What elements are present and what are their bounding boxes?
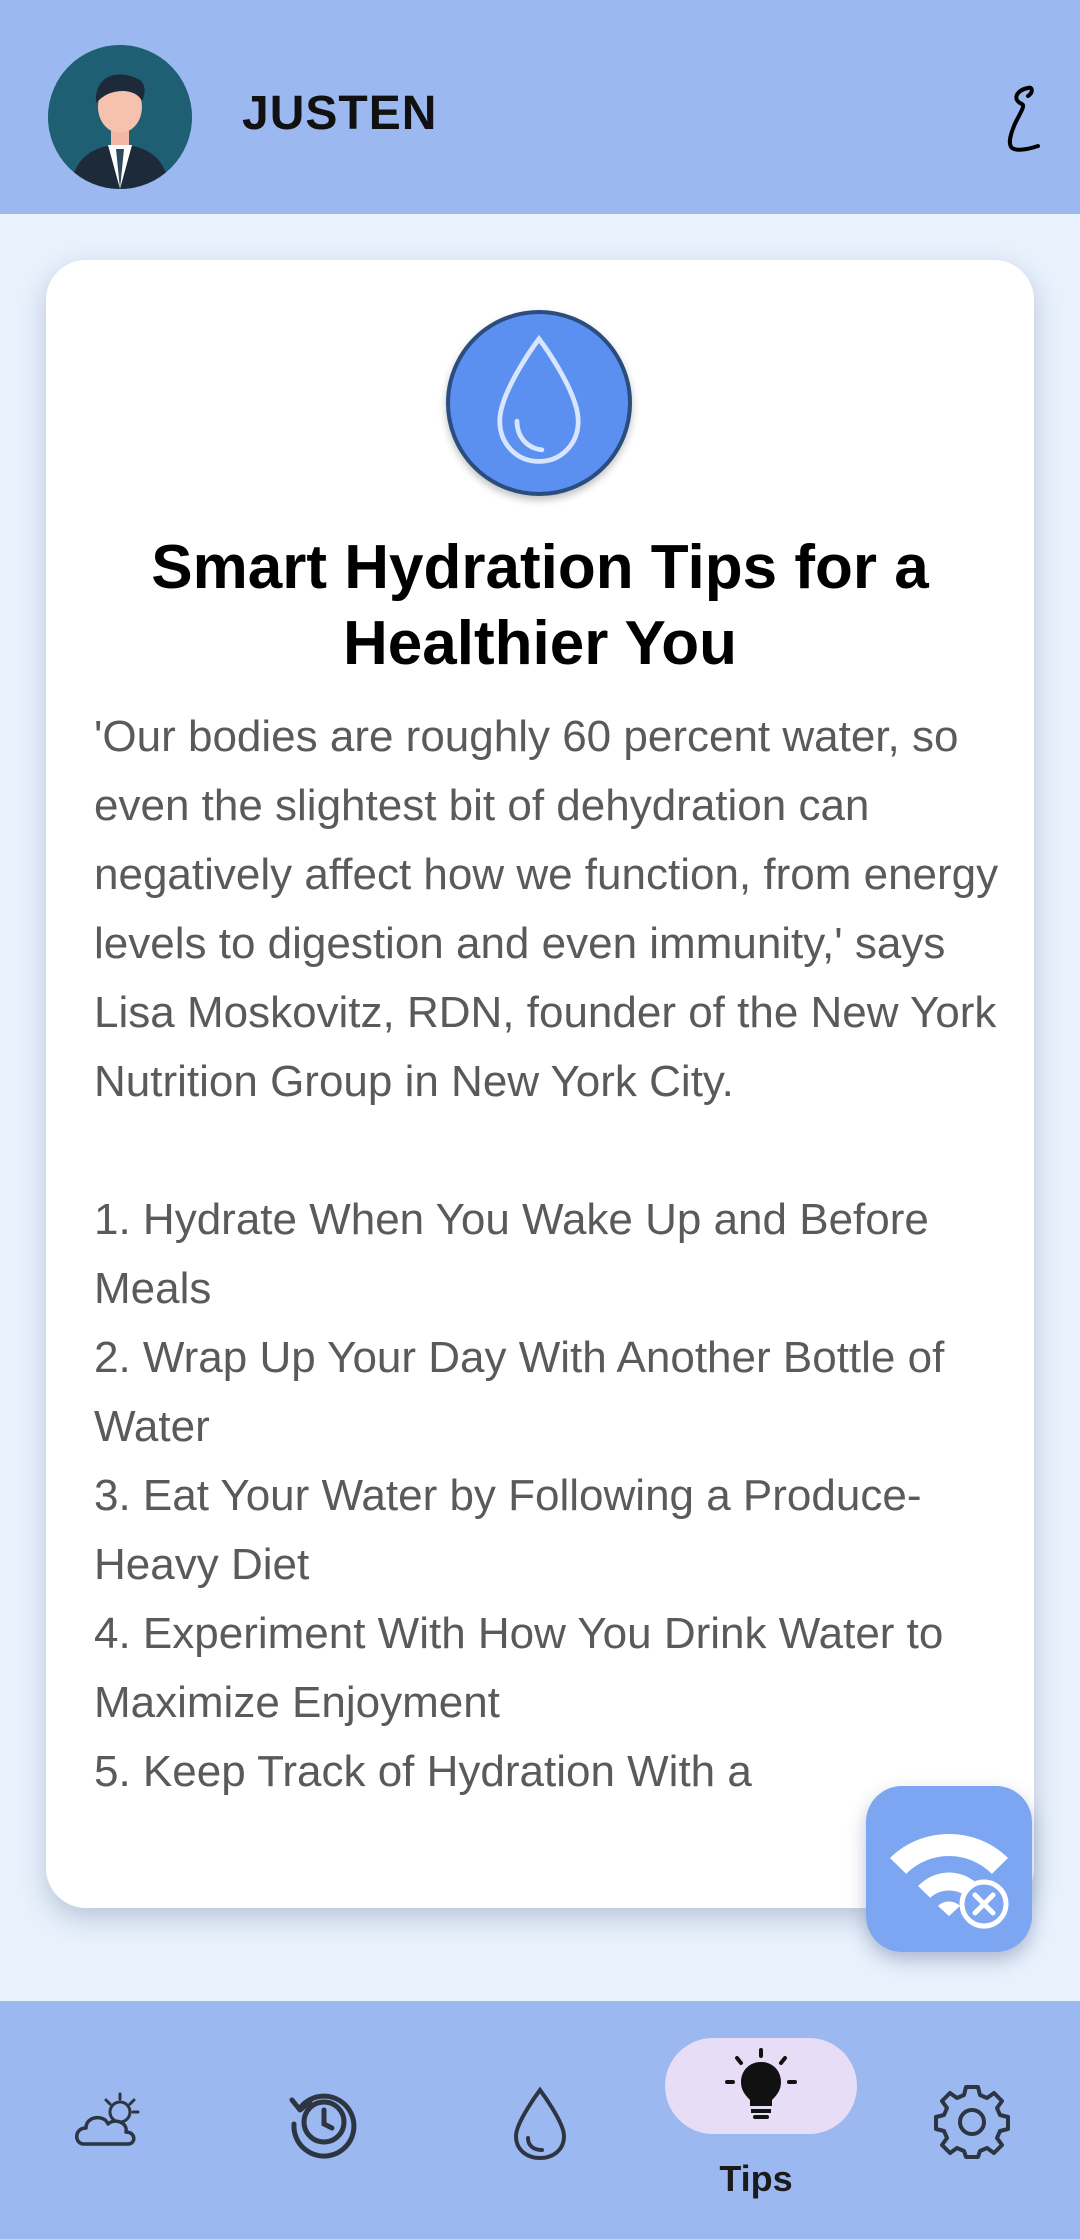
nav-item-water[interactable] [432, 2001, 648, 2239]
settings-icon [934, 2085, 1010, 2159]
nav-item-history[interactable] [216, 2001, 432, 2239]
businessman-avatar-icon [48, 45, 192, 189]
tips-card: Smart Hydration Tips for a Healthier You… [46, 260, 1034, 1908]
scribble-icon[interactable] [998, 82, 1042, 154]
avatar[interactable] [48, 45, 192, 189]
weather-icon [75, 2092, 140, 2146]
wifi-off-button[interactable] [866, 1786, 1032, 1952]
water-drop-icon [446, 310, 632, 496]
nav-item-weather[interactable] [0, 2001, 216, 2239]
bottom-nav: Tips [0, 2001, 1080, 2239]
nav-item-tips[interactable]: Tips [648, 2001, 864, 2239]
lightbulb-icon [725, 2048, 797, 2119]
app-header: JUSTEN [0, 0, 1080, 214]
wifi-off-icon [890, 1834, 1009, 1929]
tab-label-tips: Tips [719, 2158, 793, 2199]
card-title: Smart Hydration Tips for a Healthier You [151, 533, 929, 678]
water-drop-icon [513, 2086, 567, 2160]
username: JUSTEN [242, 87, 438, 140]
nav-item-settings[interactable] [864, 2001, 1080, 2239]
history-icon [289, 2093, 357, 2159]
card-body: 'Our bodies are roughly 60 percent water… [94, 712, 999, 1796]
